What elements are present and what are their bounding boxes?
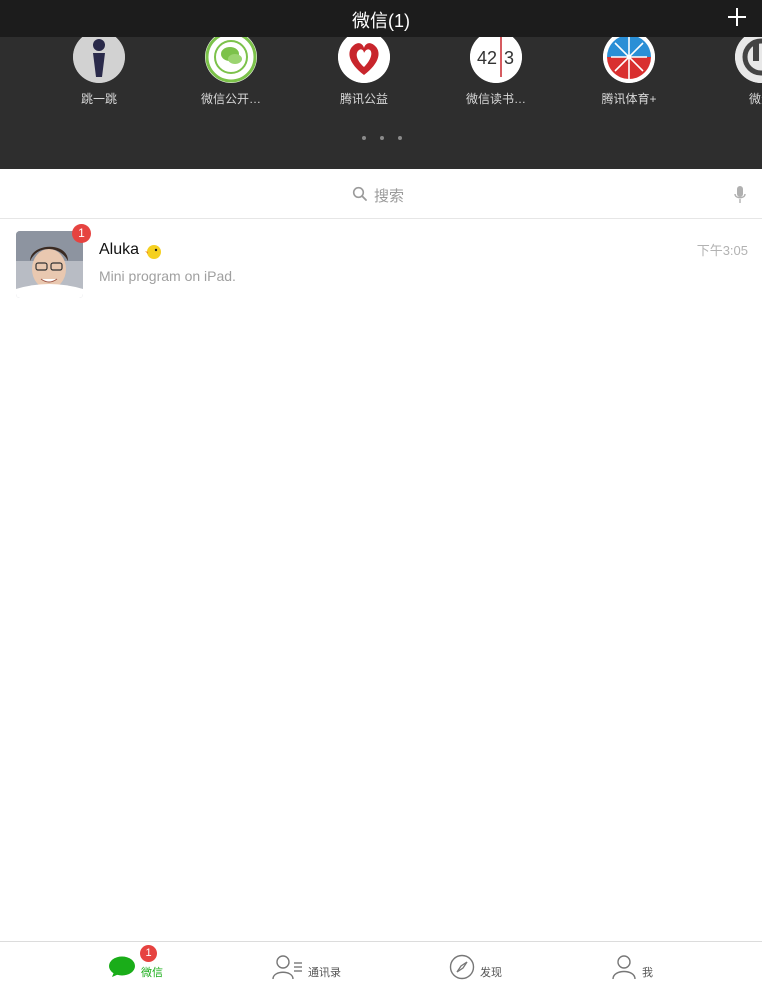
search-bar: 搜索 bbox=[0, 169, 762, 219]
message-time: 下午3:05 bbox=[696, 243, 748, 258]
tab-label: 通讯录 bbox=[308, 967, 341, 979]
person-icon bbox=[612, 955, 636, 980]
tab-contacts[interactable]: 通讯录 bbox=[272, 942, 362, 992]
mini-program-label: 跳一跳 bbox=[80, 92, 117, 106]
wechat-reading-icon: 42 3 bbox=[470, 37, 522, 83]
contact-name: Aluka bbox=[99, 241, 140, 258]
mini-program-label: 微信公开… bbox=[200, 92, 261, 106]
tab-chats[interactable]: 1 微信 bbox=[108, 942, 188, 992]
reading-icon-text-right: 3 bbox=[504, 48, 514, 68]
contacts-icon bbox=[272, 955, 302, 980]
mini-program-label: 腾讯公益 bbox=[339, 92, 388, 106]
tencent-charity-icon bbox=[338, 37, 390, 83]
tab-label: 发现 bbox=[480, 967, 502, 979]
microphone-icon[interactable] bbox=[733, 185, 747, 205]
add-button[interactable] bbox=[726, 6, 748, 28]
chick-emoji-icon bbox=[145, 245, 161, 259]
last-message-preview: Mini program on iPad. bbox=[99, 268, 236, 284]
wechat-open-class-icon bbox=[205, 37, 257, 83]
page-dot bbox=[362, 136, 366, 140]
mini-program-list: 跳一跳 微信公开… 腾讯公益 42 3 微信读书… 腾讯体育+ 微 bbox=[0, 37, 762, 117]
page-dot bbox=[380, 136, 384, 140]
navigation-bar: 微信(1) bbox=[0, 0, 762, 37]
tab-unread-badge: 1 bbox=[140, 945, 157, 962]
chat-bubble-icon bbox=[109, 956, 135, 977]
chat-list-item[interactable]: 1 Aluka Mini program on iPad. 下午3:05 bbox=[0, 220, 762, 306]
tab-me[interactable]: 我 bbox=[611, 942, 661, 992]
tencent-sports-icon bbox=[603, 37, 655, 83]
tiaoyitiao-icon bbox=[73, 37, 125, 83]
search-icon bbox=[352, 186, 367, 201]
tab-discover[interactable]: 发现 bbox=[449, 942, 519, 992]
unread-badge: 1 bbox=[72, 224, 91, 243]
reading-icon-text-left: 42 bbox=[477, 48, 497, 68]
mini-program-label: 腾讯体育+ bbox=[601, 92, 657, 106]
page-title: 微信(1) bbox=[352, 11, 410, 31]
mini-program-label: 微信读书… bbox=[465, 92, 526, 106]
search-placeholder: 搜索 bbox=[374, 188, 405, 205]
weizhong-icon bbox=[735, 37, 762, 83]
tab-bar: 1 微信 通讯录 发现 我 bbox=[0, 941, 762, 992]
mini-program-label: 微众 bbox=[748, 92, 762, 106]
page-dot bbox=[398, 136, 402, 140]
page-indicator bbox=[360, 136, 404, 142]
tab-label: 微信 bbox=[141, 967, 163, 979]
wechat-app: 微信(1) 跳一跳 微信公开… 腾讯公益 42 3 微信读书… 腾讯体育+ 微 … bbox=[0, 0, 762, 992]
mini-program-drawer: 微信(1) 跳一跳 微信公开… 腾讯公益 42 3 微信读书… 腾讯体育+ 微 bbox=[0, 0, 762, 169]
tab-label: 我 bbox=[642, 967, 653, 979]
avatar bbox=[16, 231, 83, 298]
compass-icon bbox=[449, 954, 475, 980]
